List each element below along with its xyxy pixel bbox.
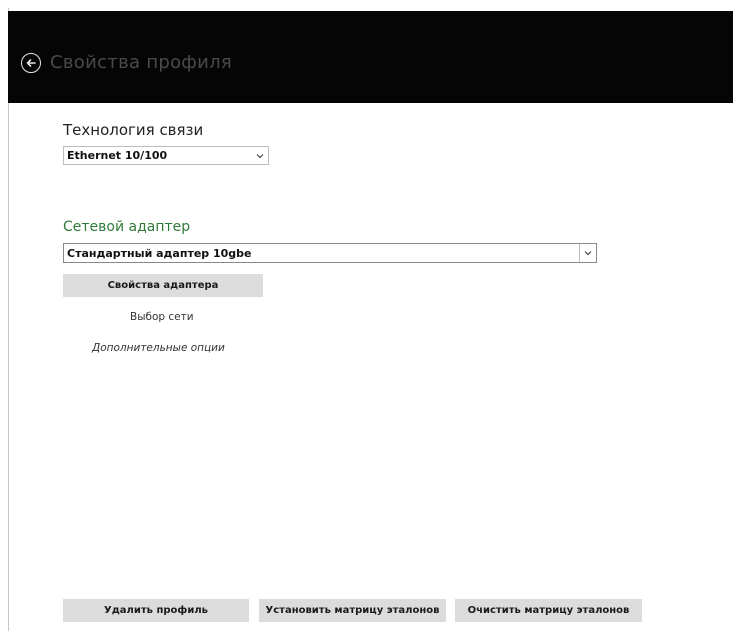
clear-reference-matrix-button[interactable]: Очистить матрицу эталонов	[455, 599, 642, 622]
communication-technology-select[interactable]: Ethernet 10/100	[63, 146, 269, 165]
page-title: Свойства профиля	[50, 52, 233, 73]
communication-technology-value: Ethernet 10/100	[67, 149, 168, 162]
back-button[interactable]	[21, 53, 41, 73]
delete-profile-button[interactable]: Удалить профиль	[63, 599, 249, 622]
chevron-down-icon	[252, 147, 268, 164]
back-arrow-icon	[26, 59, 36, 67]
additional-options-link[interactable]: Дополнительные опции	[92, 342, 225, 354]
chevron-down-icon	[579, 244, 596, 262]
network-select-link[interactable]: Выбор сети	[130, 311, 194, 323]
network-adapter-select[interactable]: Стандартный адаптер 10gbe	[63, 243, 597, 263]
network-adapter-label: Сетевой адаптер	[63, 219, 191, 235]
adapter-properties-button[interactable]: Свойства адаптера	[63, 274, 263, 297]
communication-technology-label: Технология связи	[63, 121, 204, 139]
network-adapter-value: Стандартный адаптер 10gbe	[67, 246, 252, 260]
set-reference-matrix-button[interactable]: Установить матрицу эталонов	[259, 599, 446, 622]
